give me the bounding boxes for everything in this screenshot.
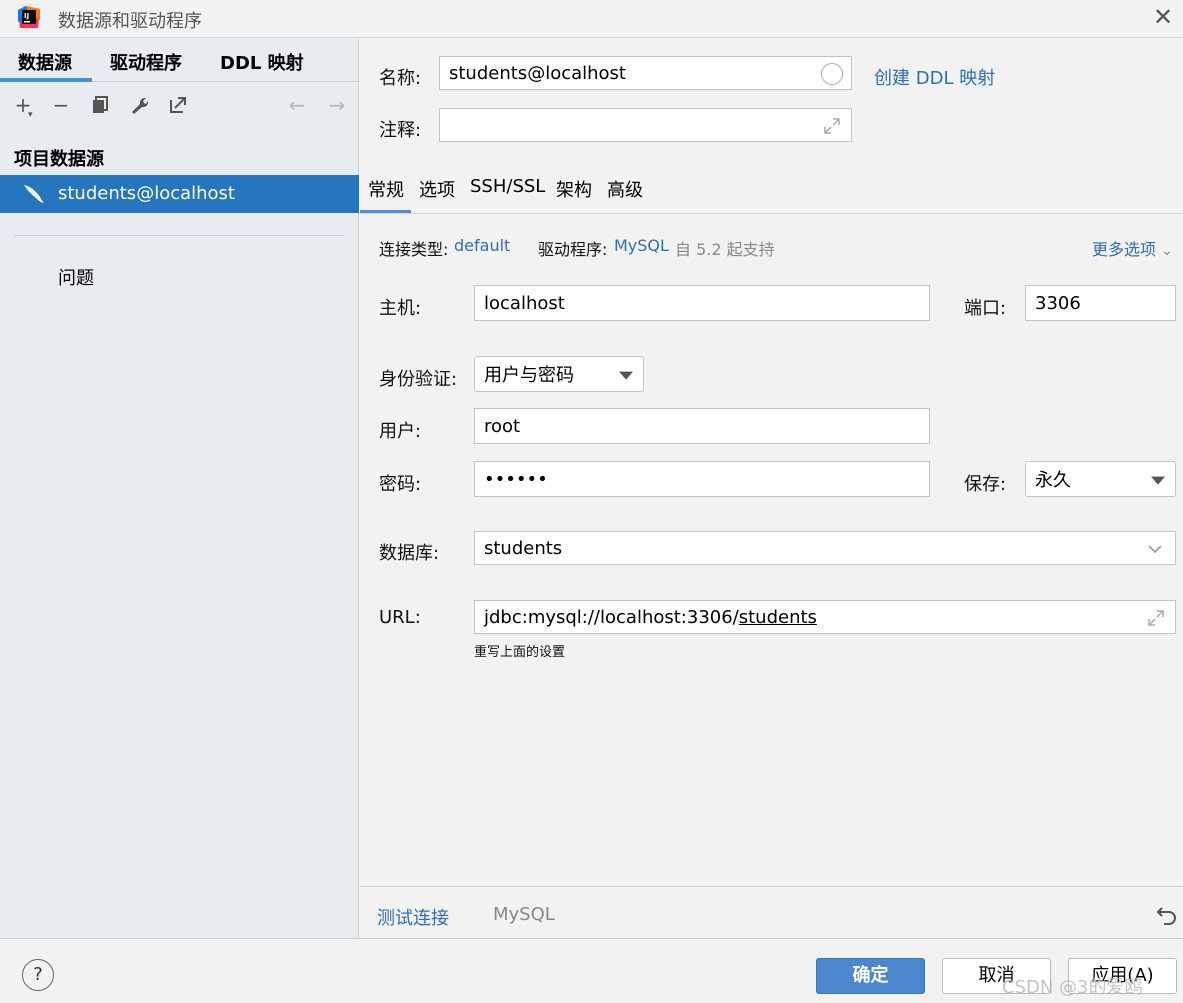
active-tab-indicator [0,78,92,82]
comment-label: 注释: [379,120,422,141]
window-title: 数据源和驱动程序 [58,11,202,32]
create-ddl-mapping-link[interactable]: 创建 DDL 映射 [874,64,995,90]
comment-field[interactable] [439,108,852,142]
dialog-footer: ? 确定 取消 应用(A) CSDN @3的爱鸥 [0,938,1183,1003]
settings-tabs: 常规 选项 SSH/SSL 架构 高级 [360,166,1183,214]
name-value: students@localhost [449,62,626,84]
intellij-logo-icon: IJ [18,6,40,28]
driver-link[interactable]: MySQL [614,236,669,255]
more-options-label: 更多选项 [1092,240,1157,259]
more-options-link[interactable]: 更多选项 ⌄ [1092,236,1173,260]
password-label: 密码: [379,474,422,495]
datasource-item[interactable]: students@localhost [0,175,359,213]
forward-arrow-icon[interactable]: → [324,92,350,118]
password-field[interactable]: •••••• [474,461,930,497]
conn-type-link[interactable]: default [454,236,510,255]
save-value: 永久 [1035,470,1071,491]
database-value: students [484,537,563,559]
expand-icon[interactable] [823,117,841,135]
auth-value: 用户与密码 [484,365,574,386]
database-label: 数据库: [379,543,440,564]
driver-note: 自 5.2 起支持 [675,240,775,259]
divider [14,235,344,236]
tab-schemas[interactable]: 架构 [556,176,592,202]
back-arrow-icon[interactable]: ← [284,92,310,118]
auth-label: 身份验证: [379,369,458,390]
save-label: 保存: [964,474,1007,495]
user-label: 用户: [379,421,422,442]
tab-general[interactable]: 常规 [368,176,404,202]
user-value: root [484,415,521,437]
user-field[interactable]: root [474,408,930,444]
password-value: •••••• [484,468,548,490]
tab-ssh-ssl[interactable]: SSH/SSL [470,176,545,197]
add-icon[interactable]: + ▾ [10,92,36,120]
svg-text:IJ: IJ [24,12,29,20]
host-field[interactable]: localhost [474,285,930,321]
url-hint: 重写上面的设置 [474,645,566,660]
url-label: URL: [379,607,421,628]
wrench-icon[interactable] [126,92,152,118]
port-value: 3306 [1035,292,1081,314]
problems-item[interactable]: 问题 [58,264,94,290]
chevron-down-icon: ⌄ [1161,243,1173,259]
auth-select[interactable]: 用户与密码 [474,356,644,392]
dropdown-arrow-icon [619,371,633,380]
database-field[interactable]: students [474,531,1176,565]
chevron-down-icon[interactable] [1147,541,1163,557]
revert-icon[interactable] [1156,904,1178,926]
left-tabs: 数据源 驱动程序 DDL 映射 [0,38,359,82]
datasource-label: students@localhost [58,183,235,204]
host-value: localhost [484,292,565,314]
conn-type-label: 连接类型: [379,240,449,259]
tab-datasources[interactable]: 数据源 [18,49,72,75]
port-label: 端口: [964,298,1007,319]
expand-icon[interactable] [1147,609,1165,627]
url-database: students [738,606,817,628]
close-icon[interactable]: ✕ [1150,4,1176,30]
left-panel: 数据源 驱动程序 DDL 映射 + ▾ − ← → 项目数据源 students@… [0,38,359,938]
bottom-bar: 测试连接 MySQL [360,886,1183,938]
port-field[interactable]: 3306 [1025,285,1176,321]
name-label: 名称: [379,68,422,89]
tab-options[interactable]: 选项 [419,176,455,202]
right-panel: 名称: students@localhost 创建 DDL 映射 注释: 常规 … [360,38,1183,938]
help-icon[interactable]: ? [22,959,54,991]
url-prefix: jdbc:mysql://localhost:3306/ [484,606,739,628]
color-circle-icon[interactable] [821,63,843,85]
section-title: 项目数据源 [14,149,104,170]
left-toolbar: + ▾ − ← → [0,86,359,126]
driver-label: 驱动程序: [538,240,608,259]
jump-to-source-icon[interactable] [165,92,191,118]
title-bar: IJ 数据源和驱动程序 ✕ [0,0,1183,38]
dropdown-arrow-icon [1151,476,1165,485]
tab-advanced[interactable]: 高级 [607,176,643,202]
mysql-dolphin-icon [24,185,44,203]
driver-footer-label: MySQL [493,904,555,925]
ok-button[interactable]: 确定 [816,958,925,994]
host-label: 主机: [379,298,422,319]
cancel-button[interactable]: 取消 [942,958,1051,994]
remove-icon[interactable]: − [48,92,74,118]
tab-drivers[interactable]: 驱动程序 [110,49,182,75]
test-connection-link[interactable]: 测试连接 [377,904,449,930]
save-select[interactable]: 永久 [1025,461,1176,497]
name-field[interactable]: students@localhost [439,56,852,90]
url-field[interactable]: jdbc:mysql://localhost:3306/students [474,600,1176,634]
tab-divider [360,213,1183,214]
duplicate-icon[interactable] [87,92,113,118]
apply-button[interactable]: 应用(A) [1068,958,1177,994]
tab-ddl-mappings[interactable]: DDL 映射 [220,49,304,75]
